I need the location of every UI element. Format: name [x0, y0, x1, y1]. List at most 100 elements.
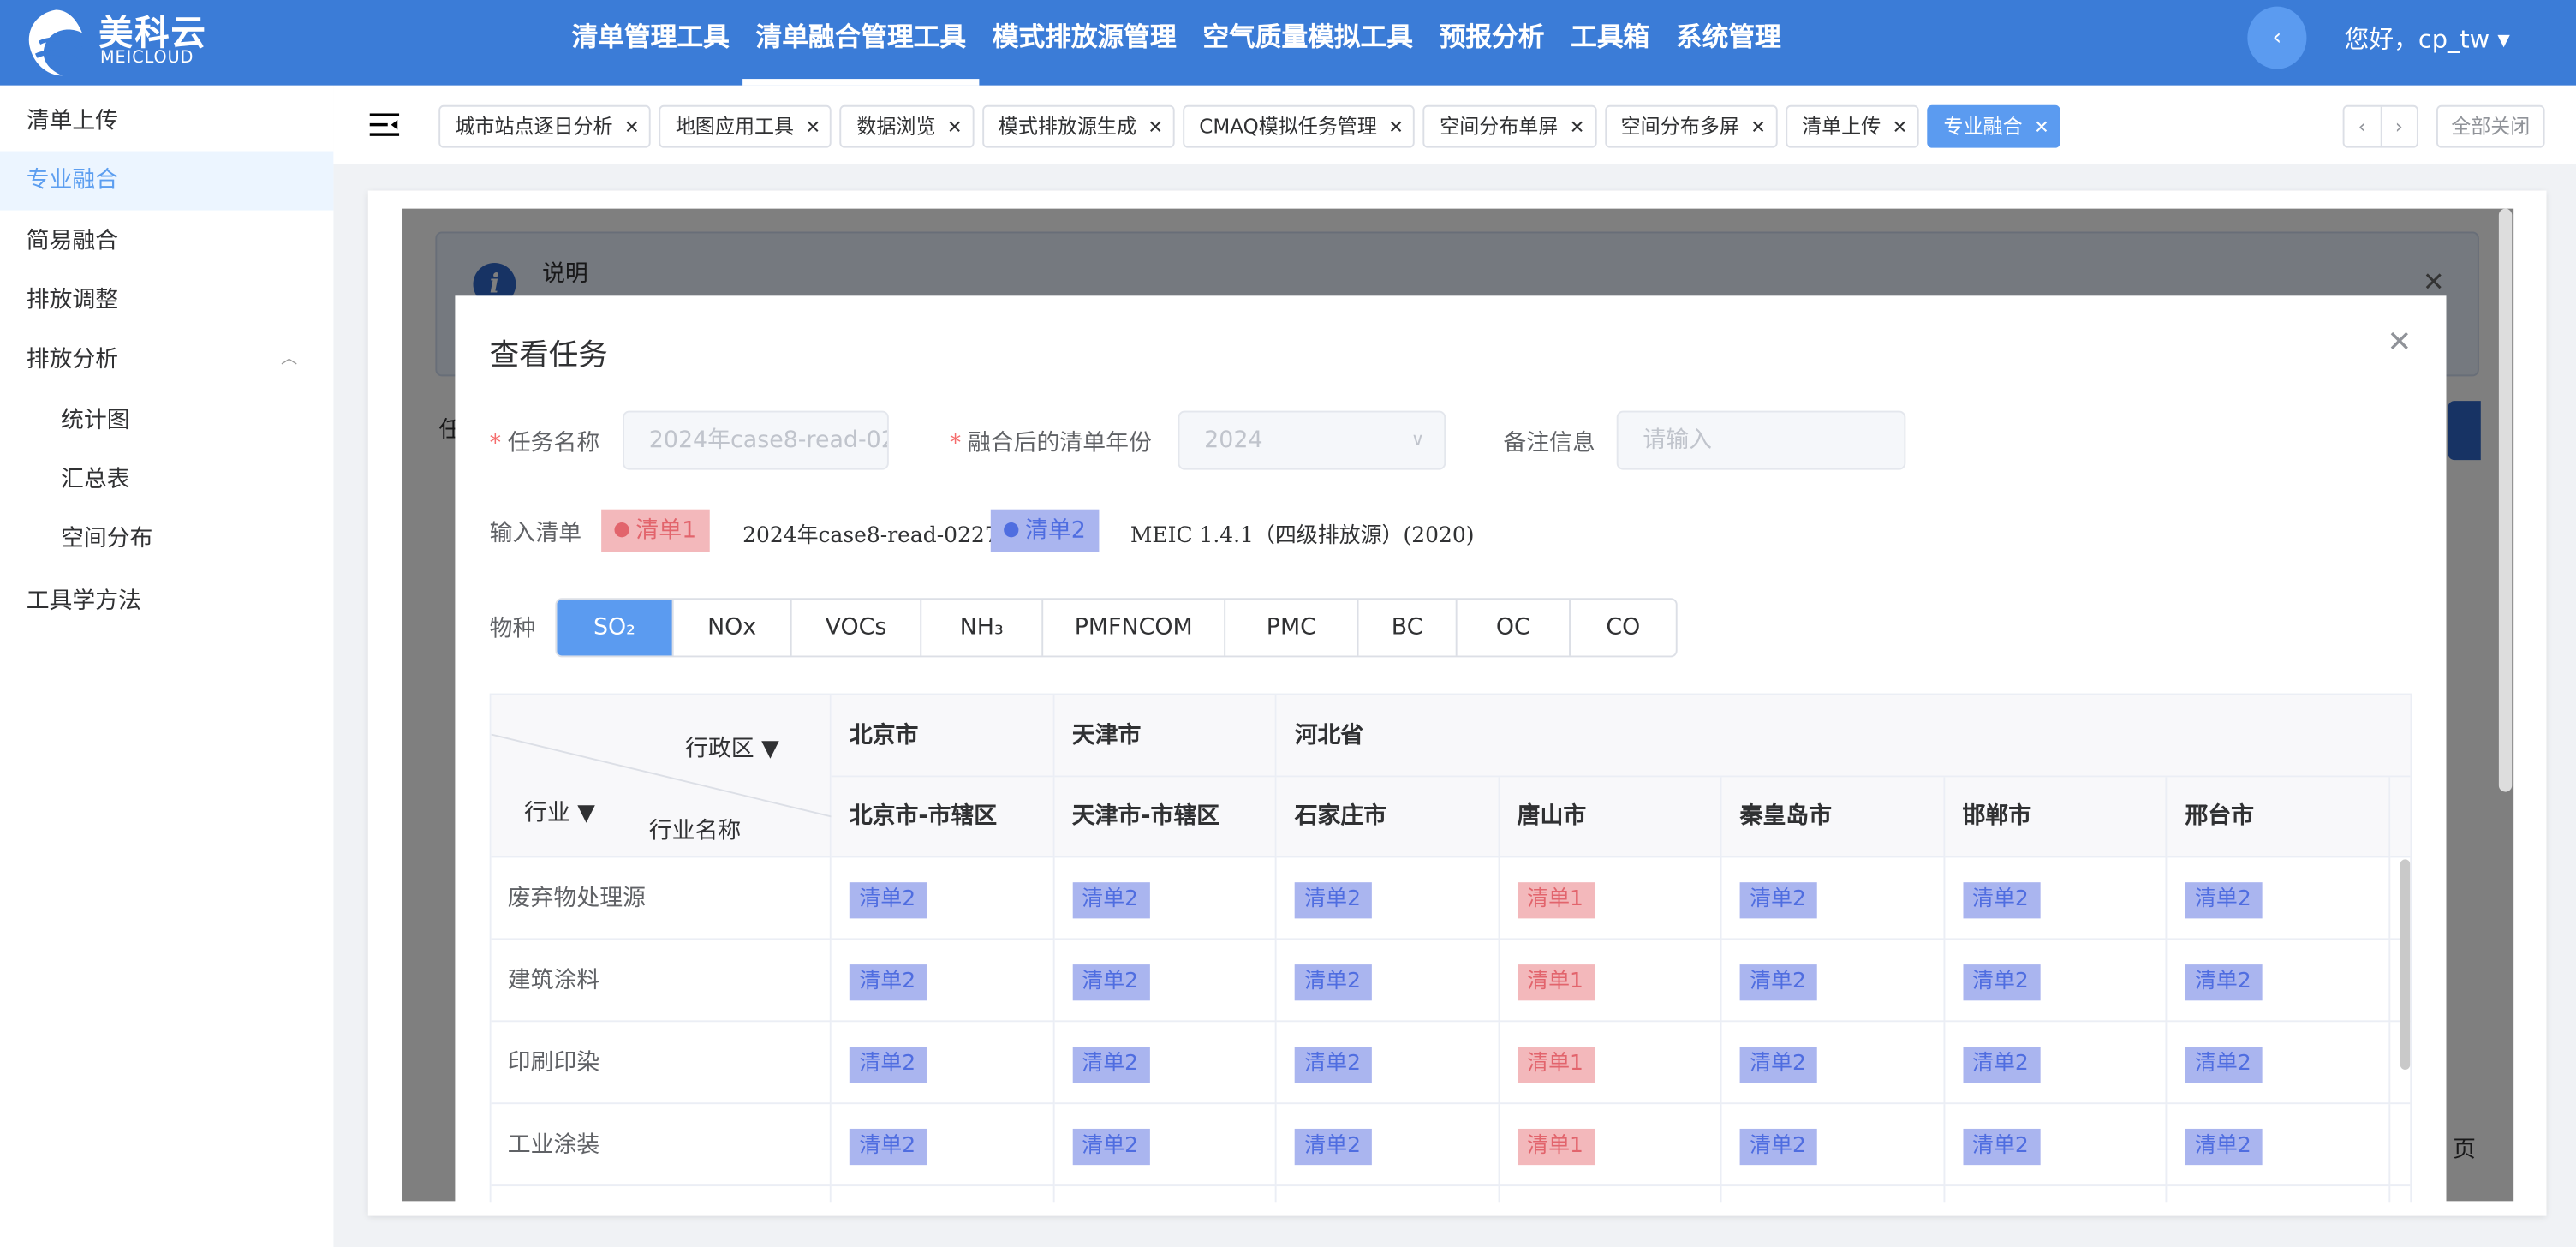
table-cell: 清单2 [831, 1022, 1054, 1105]
source-tag: 清单2 [1071, 882, 1150, 919]
source-tag: 清单2 [2185, 1128, 2263, 1166]
close-icon[interactable]: ✕ [1148, 116, 1163, 138]
table-cell: 清单2 [1053, 1104, 1277, 1187]
tag-text: 清单1 [635, 517, 697, 544]
table-cell: 清单2 [1721, 940, 1945, 1023]
sector-filter[interactable]: 行业 ▼ [524, 796, 595, 828]
sidebar-item[interactable]: 空间分布 [0, 510, 333, 569]
nav-item[interactable]: 预报分析 [1426, 0, 1558, 86]
species-option[interactable]: BC [1359, 600, 1458, 656]
table-cell: 清单2 [1721, 857, 1945, 940]
input2-name: MEIC 1.4.1（四级排放源）(2020) [1130, 523, 1475, 549]
table-cell: 清单2 [2167, 1022, 2390, 1105]
sidebar-item[interactable]: 排放分析 ︿ [0, 331, 333, 390]
source-tag: 清单2 [2185, 964, 2263, 1001]
sidebar-item[interactable]: 汇总表 [0, 450, 333, 510]
source-tag-label: 清单1 [1527, 1133, 1583, 1159]
species-option[interactable]: SO₂ [557, 600, 674, 656]
table-cell: 清单1 [1499, 1104, 1722, 1187]
tab-item[interactable]: 空间分布多屏 ✕ [1604, 104, 1778, 148]
source-tag: 清单2 [1739, 1047, 1818, 1083]
task-name-input[interactable]: 2024年case8-read-0227 [623, 410, 889, 470]
close-icon[interactable]: ✕ [2034, 116, 2049, 138]
close-icon[interactable]: ✕ [1750, 116, 1766, 138]
close-icon[interactable]: ✕ [805, 116, 820, 138]
sidebar-item[interactable]: 专业融合 [0, 151, 334, 211]
logo[interactable]: 美科云 MEICLOUD [23, 3, 236, 82]
dot-icon [1004, 522, 1019, 538]
collapse-button[interactable]: ‹ [2247, 6, 2307, 69]
table-cell: 清单2 [831, 857, 1054, 940]
dot-icon [614, 522, 629, 538]
tab-item[interactable]: 清单上传 ✕ [1785, 104, 1919, 148]
close-icon[interactable]: ✕ [2387, 325, 2412, 360]
source-tag: 清单2 [1739, 964, 1818, 1001]
input1-tag: 清单1 [601, 509, 710, 552]
table-cell [1944, 1186, 2168, 1203]
species-option[interactable]: PMFNCOM [1043, 600, 1226, 656]
table-cell: 清单2 [2167, 1104, 2390, 1187]
nav-item[interactable]: 模式排放源管理 [979, 0, 1190, 86]
tab-prev-button[interactable]: ‹ [2345, 106, 2382, 146]
close-icon[interactable]: ✕ [1570, 116, 1585, 138]
sidebar-item[interactable]: 统计图 [0, 391, 333, 450]
region-group-header: 北京市 [831, 695, 1054, 778]
close-all-button[interactable]: 全部关闭 [2436, 104, 2545, 148]
sidebar-item[interactable]: 清单上传 [0, 92, 333, 151]
nav-item[interactable]: 清单管理工具 [558, 0, 742, 86]
table-cell: 清单2 [1944, 940, 2168, 1023]
label-text: 融合后的清单年份 [967, 430, 1152, 457]
table-cell [2167, 1186, 2390, 1203]
nav-item[interactable]: 工具箱 [1558, 0, 1663, 86]
tab-item[interactable]: 地图应用工具 ✕ [659, 104, 832, 148]
species-option[interactable]: CO [1571, 600, 1676, 655]
species-option[interactable]: NOx [674, 600, 792, 656]
species-option[interactable]: NH₃ [921, 600, 1044, 656]
city-column-header: 北京市-市辖区 [831, 777, 1054, 858]
close-icon[interactable]: ✕ [947, 116, 963, 138]
source-tag: 清单1 [1517, 964, 1595, 1001]
source-tag-label: 清单2 [2194, 969, 2251, 994]
source-tag: 清单2 [2185, 882, 2263, 919]
sidebar-item[interactable]: 排放调整 [0, 271, 333, 331]
species-option[interactable]: PMC [1225, 600, 1359, 656]
species-label: 物种 [489, 616, 536, 643]
nav-item[interactable]: 清单融合管理工具 [742, 0, 980, 86]
tab-item[interactable]: 空间分布单屏 ✕ [1422, 104, 1596, 148]
table-cell: 清单2 [1276, 940, 1500, 1023]
sidebar-item[interactable]: 简易融合 [0, 212, 333, 271]
close-icon[interactable]: ✕ [1388, 116, 1404, 138]
sector-row-header: 建筑涂料 [491, 940, 832, 1023]
user-menu[interactable]: 您好，cp_tw ▾ [2345, 21, 2510, 56]
tab-item[interactable]: CMAQ模拟任务管理 ✕ [1183, 104, 1416, 148]
region-filter[interactable]: 行政区 ▼ [685, 731, 779, 764]
tab-next-button[interactable]: › [2382, 107, 2417, 146]
source-tag: 清单2 [1294, 1047, 1373, 1083]
menu-fold-icon[interactable] [369, 113, 400, 136]
sidebar-item-label: 排放分析 [26, 346, 119, 373]
nav-item[interactable]: 空气质量模拟工具 [1190, 0, 1426, 86]
table-cell: 清单2 [1944, 857, 2168, 940]
page-scrollbar[interactable] [2498, 208, 2513, 792]
table-cell: 清单2 [1721, 1104, 1945, 1187]
tab-item[interactable]: 数据浏览 ✕ [840, 104, 975, 148]
tab-item[interactable]: 模式排放源生成 ✕ [981, 104, 1175, 148]
species-option[interactable]: OC [1458, 600, 1571, 656]
species-option[interactable]: VOCs [792, 600, 922, 656]
nav-item[interactable]: 系统管理 [1663, 0, 1795, 86]
remark-input[interactable]: 请输入 [1616, 410, 1906, 470]
city-column-header: 天津市-市辖区 [1053, 777, 1277, 858]
source-tag: 清单2 [1294, 882, 1373, 919]
tab-item[interactable]: 城市站点逐日分析 ✕ [438, 104, 652, 148]
table-scrollbar[interactable] [2400, 859, 2411, 1070]
sidebar-item[interactable]: 工具学方法 [0, 572, 333, 631]
close-icon[interactable]: ✕ [1893, 116, 1908, 138]
table-cell [1500, 1186, 1722, 1203]
close-icon[interactable]: ✕ [624, 116, 640, 138]
tab-item[interactable]: 专业融合 ✕ [1927, 104, 2061, 148]
input1-name: 2024年case8-read-0227 [742, 523, 999, 549]
source-tag-label: 清单2 [1082, 886, 1139, 912]
tab-label: 地图应用工具 [675, 115, 795, 139]
sector-row-header: 废弃物处理源 [491, 857, 832, 940]
year-select[interactable]: 2024 ∨ [1178, 410, 1446, 470]
